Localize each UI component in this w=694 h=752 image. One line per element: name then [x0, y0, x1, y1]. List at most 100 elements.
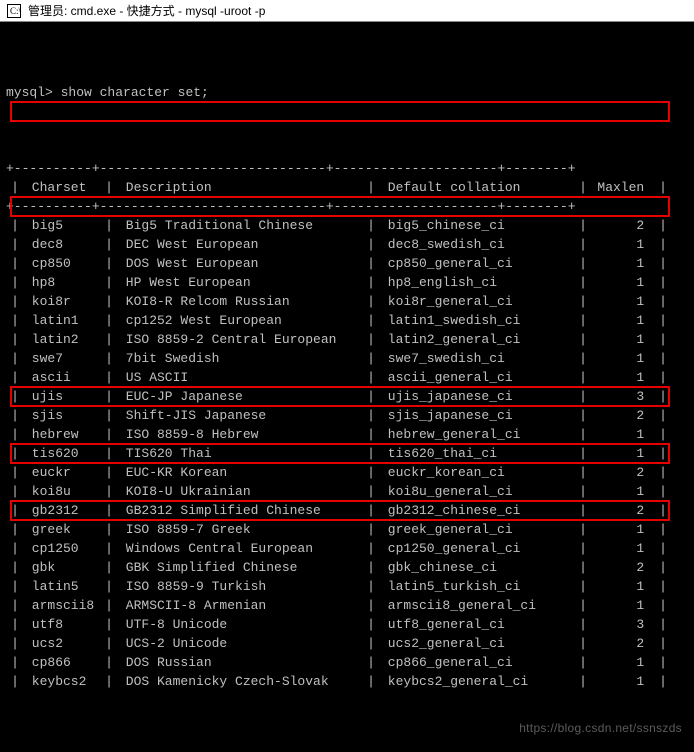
cmd-icon: C:\ [6, 3, 22, 19]
table-row: | keybcs2| DOS Kamenicky Czech-Slovak| k… [6, 672, 688, 691]
cell-description: TIS620 Thai [118, 444, 362, 463]
cell-description: UTF-8 Unicode [118, 615, 362, 634]
cell-description: ISO 8859-8 Hebrew [118, 425, 362, 444]
cell-collation: ujis_japanese_ci [380, 387, 574, 406]
cell-maxlen: 1 [592, 482, 654, 501]
table-row: | ascii| US ASCII| ascii_general_ci|1 | [6, 368, 688, 387]
cell-collation: cp850_general_ci [380, 254, 574, 273]
table-row: | latin1| cp1252 West European| latin1_s… [6, 311, 688, 330]
cell-collation: koi8u_general_ci [380, 482, 574, 501]
cell-maxlen: 1 [592, 254, 654, 273]
cell-charset: cp866 [24, 653, 100, 672]
cell-description: GBK Simplified Chinese [118, 558, 362, 577]
cell-collation: euckr_korean_ci [380, 463, 574, 482]
cell-collation: utf8_general_ci [380, 615, 574, 634]
cell-collation: dec8_swedish_ci [380, 235, 574, 254]
cell-maxlen: 1 [592, 311, 654, 330]
window-titlebar: C:\ 管理员: cmd.exe - 快捷方式 - mysql -uroot -… [0, 0, 694, 22]
cell-maxlen: 1 [592, 653, 654, 672]
highlight-box [10, 101, 670, 122]
cell-charset: gb2312 [24, 501, 100, 520]
cell-maxlen: 1 [592, 292, 654, 311]
cell-charset: keybcs2 [24, 672, 100, 691]
cell-collation: big5_chinese_ci [380, 216, 574, 235]
cell-collation: latin5_turkish_ci [380, 577, 574, 596]
table-row: | greek| ISO 8859-7 Greek| greek_general… [6, 520, 688, 539]
window-title: 管理员: cmd.exe - 快捷方式 - mysql -uroot -p [28, 2, 265, 19]
cell-charset: greek [24, 520, 100, 539]
terminal-output[interactable]: mysql> show character set; +----------+-… [0, 22, 694, 752]
cell-collation: koi8r_general_ci [380, 292, 574, 311]
cell-collation: latin2_general_ci [380, 330, 574, 349]
table-row: | tis620| TIS620 Thai| tis620_thai_ci|1 … [6, 444, 688, 463]
cell-maxlen: 1 [592, 349, 654, 368]
table-row: | koi8u| KOI8-U Ukrainian| koi8u_general… [6, 482, 688, 501]
table-row: | hebrew| ISO 8859-8 Hebrew| hebrew_gene… [6, 425, 688, 444]
table-row: | utf8| UTF-8 Unicode| utf8_general_ci|3… [6, 615, 688, 634]
cell-collation: greek_general_ci [380, 520, 574, 539]
cell-description: KOI8-U Ukrainian [118, 482, 362, 501]
cell-maxlen: 1 [592, 539, 654, 558]
cell-charset: dec8 [24, 235, 100, 254]
cell-description: EUC-JP Japanese [118, 387, 362, 406]
cell-charset: utf8 [24, 615, 100, 634]
table-row: | euckr| EUC-KR Korean| euckr_korean_ci|… [6, 463, 688, 482]
cell-collation: armscii8_general_ci [380, 596, 574, 615]
cell-maxlen: 1 [592, 520, 654, 539]
cell-collation: cp1250_general_ci [380, 539, 574, 558]
table-row: | cp850| DOS West European| cp850_genera… [6, 254, 688, 273]
cell-collation: ascii_general_ci [380, 368, 574, 387]
cell-maxlen: 2 [592, 558, 654, 577]
cell-charset: ucs2 [24, 634, 100, 653]
cell-collation: ucs2_general_ci [380, 634, 574, 653]
cell-maxlen: 2 [592, 463, 654, 482]
cell-description: DOS Kamenicky Czech-Slovak [118, 672, 362, 691]
cell-description: ISO 8859-9 Turkish [118, 577, 362, 596]
cell-charset: latin2 [24, 330, 100, 349]
cell-maxlen: 2 [592, 634, 654, 653]
prompt-line: mysql> show character set; [6, 83, 688, 102]
cell-charset: latin5 [24, 577, 100, 596]
cell-collation: latin1_swedish_ci [380, 311, 574, 330]
cell-maxlen: 3 [592, 615, 654, 634]
cell-charset: tis620 [24, 444, 100, 463]
table-row: | cp1250| Windows Central European| cp12… [6, 539, 688, 558]
cell-charset: swe7 [24, 349, 100, 368]
cell-charset: armscii8 [24, 596, 100, 615]
table-row: | cp866| DOS Russian| cp866_general_ci|1… [6, 653, 688, 672]
table-row: | latin2| ISO 8859-2 Central European| l… [6, 330, 688, 349]
table-row: | latin5| ISO 8859-9 Turkish| latin5_tur… [6, 577, 688, 596]
table-row: | dec8| DEC West European| dec8_swedish_… [6, 235, 688, 254]
table-row: | swe7| 7bit Swedish| swe7_swedish_ci|1 … [6, 349, 688, 368]
cell-maxlen: 1 [592, 425, 654, 444]
cell-description: GB2312 Simplified Chinese [118, 501, 362, 520]
cell-maxlen: 1 [592, 368, 654, 387]
cell-maxlen: 1 [592, 577, 654, 596]
cell-description: Windows Central European [118, 539, 362, 558]
cell-maxlen: 1 [592, 273, 654, 292]
header-maxlen: Maxlen [592, 178, 654, 197]
cell-description: cp1252 West European [118, 311, 362, 330]
cell-charset: hp8 [24, 273, 100, 292]
cell-collation: hebrew_general_ci [380, 425, 574, 444]
cell-description: ARMSCII-8 Armenian [118, 596, 362, 615]
table-rule: +----------+----------------------------… [6, 159, 688, 178]
cell-maxlen: 2 [592, 216, 654, 235]
cell-maxlen: 3 [592, 387, 654, 406]
cell-maxlen: 1 [592, 596, 654, 615]
cell-collation: gb2312_chinese_ci [380, 501, 574, 520]
table-row: | armscii8| ARMSCII-8 Armenian| armscii8… [6, 596, 688, 615]
cell-charset: hebrew [24, 425, 100, 444]
cell-description: 7bit Swedish [118, 349, 362, 368]
header-description: Description [118, 178, 362, 197]
table-row: | gb2312| GB2312 Simplified Chinese| gb2… [6, 501, 688, 520]
table-row: | hp8| HP West European| hp8_english_ci|… [6, 273, 688, 292]
cell-collation: swe7_swedish_ci [380, 349, 574, 368]
cell-charset: big5 [24, 216, 100, 235]
cell-charset: ascii [24, 368, 100, 387]
cell-charset: koi8u [24, 482, 100, 501]
cell-description: US ASCII [118, 368, 362, 387]
table-row: | ujis| EUC-JP Japanese| ujis_japanese_c… [6, 387, 688, 406]
header-collation: Default collation [380, 178, 574, 197]
cell-description: KOI8-R Relcom Russian [118, 292, 362, 311]
